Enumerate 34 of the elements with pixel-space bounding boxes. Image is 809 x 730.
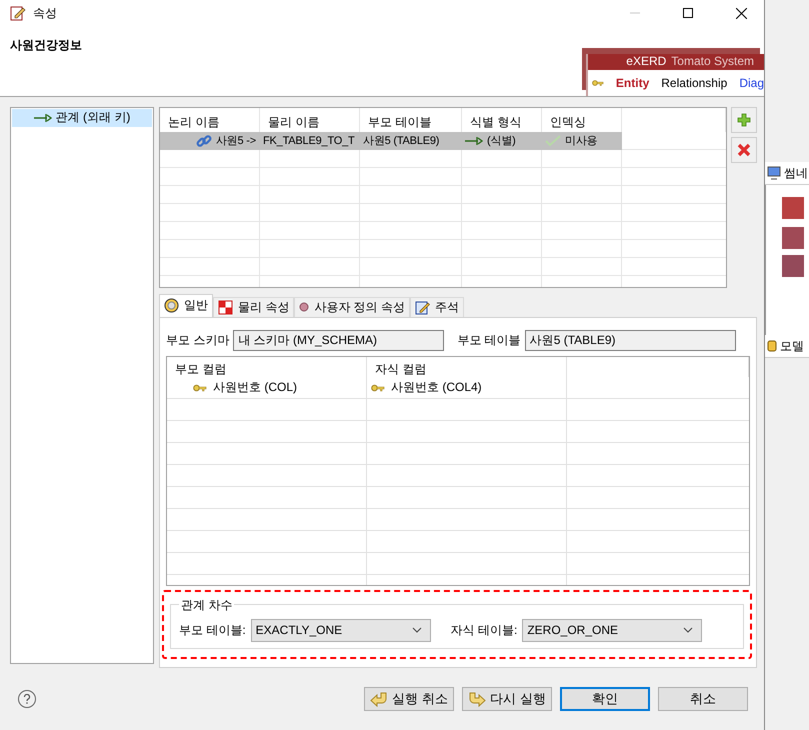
banner-subtitle: Tomato System	[671, 54, 754, 68]
tab[interactable]: 주석	[410, 296, 464, 317]
window-title: 속성	[33, 4, 57, 22]
field-label: 부모 테이블	[457, 332, 521, 349]
banner-menu-label: Entity	[616, 76, 650, 90]
field-label: 부모 테이블:	[179, 622, 246, 639]
parent-cardinality-dropdown[interactable]: EXACTLY_ONE	[250, 618, 431, 642]
field-label: 자식 테이블:	[450, 622, 518, 639]
banner-brand: eXERD	[626, 54, 666, 68]
parent-schema-field[interactable]: 내 스키마 (MY_SCHEMA)	[233, 330, 444, 351]
tab[interactable]: 사용자 정의 속성	[294, 296, 410, 317]
cancel-button[interactable]: 취소	[658, 686, 748, 711]
parent-table-field[interactable]: 사원5 (TABLE9)	[524, 330, 736, 351]
child-cardinality-dropdown[interactable]: ZERO_OR_ONE	[522, 618, 702, 642]
tab[interactable]: 물리 속성	[213, 296, 294, 317]
table-cell-text: (식별)	[487, 134, 516, 148]
table-cell-text: 사원5 (TABLE9)	[363, 134, 440, 148]
table-cell: 사원번호 (COL)	[213, 379, 297, 396]
redo-button[interactable]: 다시 실행	[462, 686, 552, 711]
field-label: 부모 스키마	[166, 332, 230, 349]
table-cell-text: 사원5 ->	[216, 134, 256, 148]
undo-button[interactable]: 실행 취소	[364, 686, 454, 711]
table-row[interactable]: 사원5 -> FK_TABLE9_TO_T 사원5 (TABLE9) (식별) 미사용	[160, 132, 622, 150]
ok-button[interactable]: 확인	[560, 686, 650, 711]
column-header[interactable]: 자식 컬럼	[367, 356, 567, 377]
table-cell: 사원번호 (COL4)	[391, 379, 482, 396]
tab[interactable]: 일반	[159, 294, 213, 317]
banner-menu-label: Diag	[739, 76, 764, 90]
column-header[interactable]: 부모 컬럼	[167, 356, 367, 377]
header-title: 사원건강정보	[9, 36, 82, 54]
tree-item[interactable]: 관계 (외래 키)	[12, 108, 152, 127]
banner-menu-label: Relationship	[661, 76, 728, 90]
table-cell: FK_TABLE9_TO_T	[263, 134, 355, 147]
table-cell-text: 미사용	[565, 134, 598, 148]
